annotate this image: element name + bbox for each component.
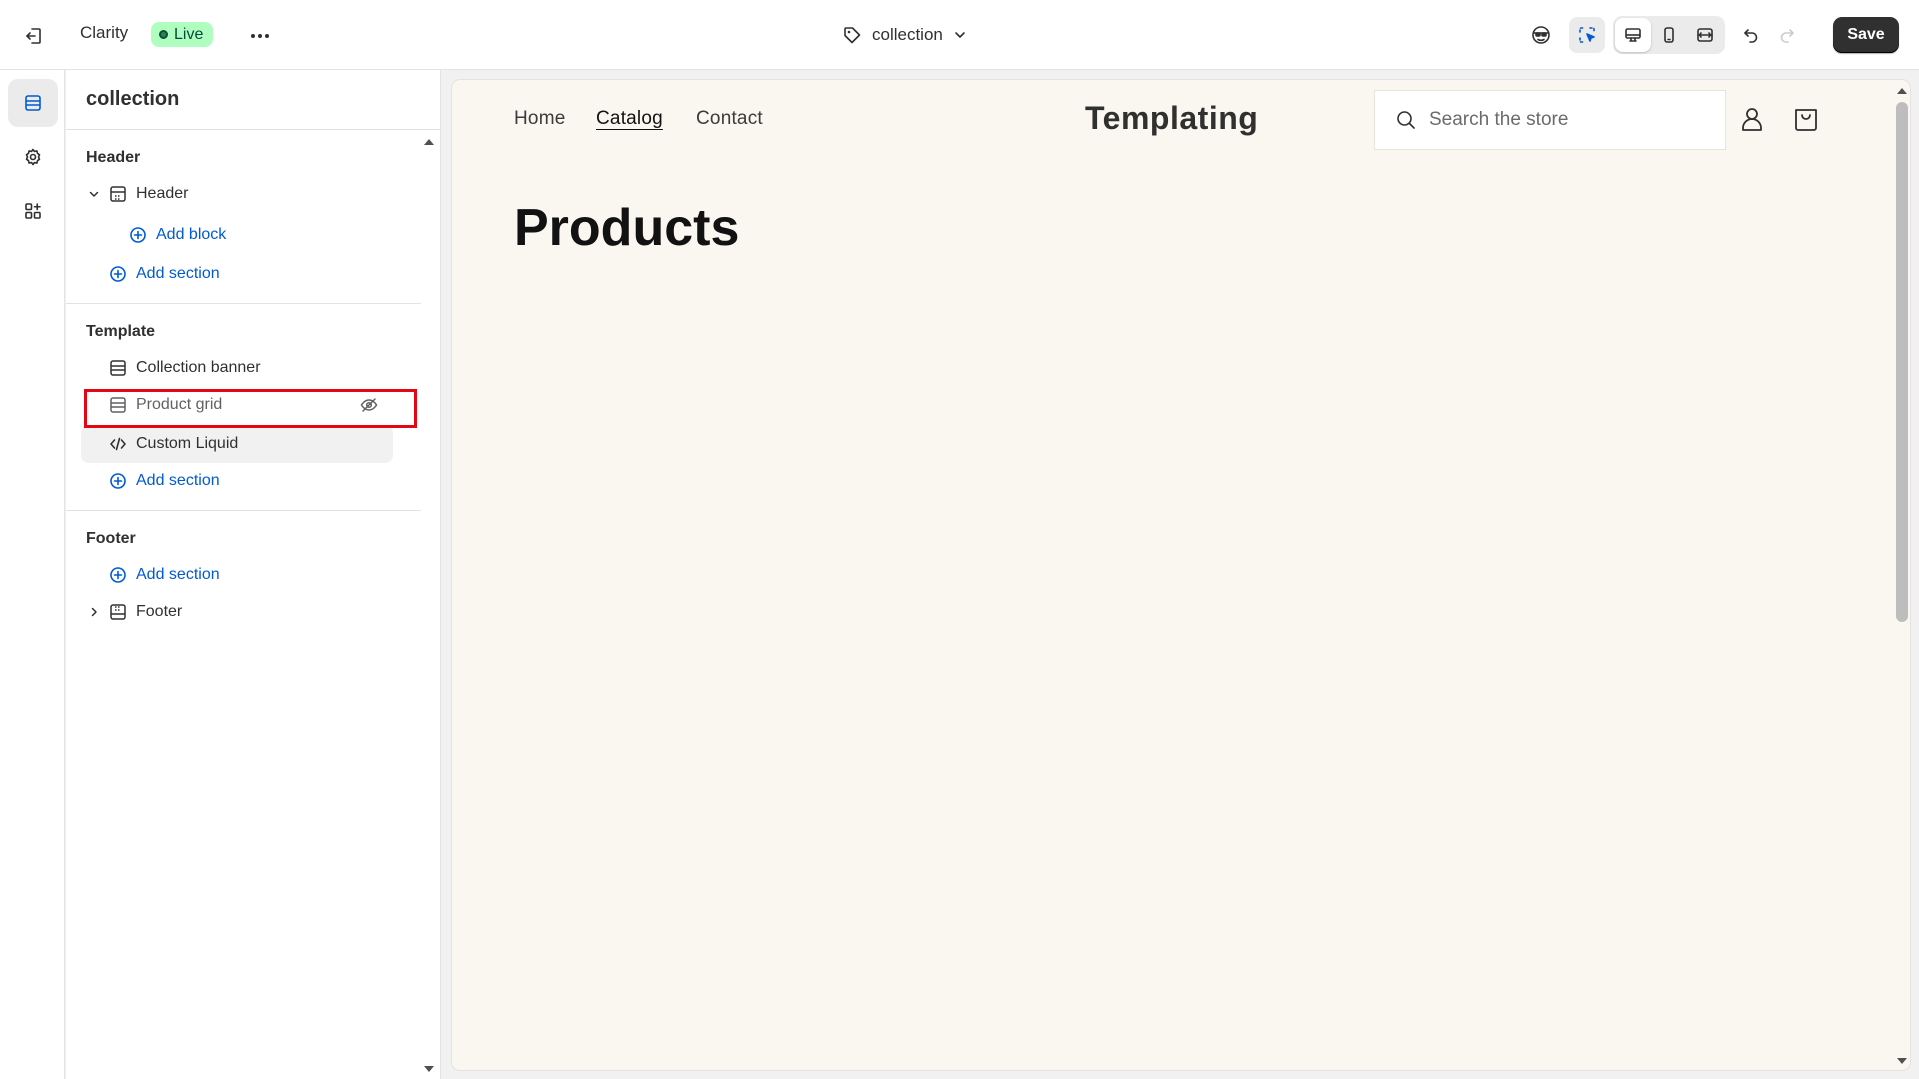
apps-icon xyxy=(25,203,41,219)
scroll-up-arrow-icon[interactable] xyxy=(422,136,436,148)
fullscreen-preview-button[interactable] xyxy=(1687,18,1723,52)
bag-icon xyxy=(1795,109,1817,131)
live-dot-icon xyxy=(159,30,168,39)
topbar-actions: Save xyxy=(1523,16,1899,54)
scroll-down-arrow-icon[interactable] xyxy=(1896,1056,1908,1066)
section-item-footer[interactable]: Footer xyxy=(82,595,382,629)
redo-button[interactable] xyxy=(1769,17,1805,53)
nav-link-home[interactable]: Home xyxy=(514,108,565,130)
exit-icon xyxy=(26,28,41,44)
rail-settings-button[interactable] xyxy=(8,133,58,181)
group-label-footer: Footer xyxy=(86,530,136,547)
redo-icon xyxy=(1780,29,1794,43)
header-section-icon xyxy=(108,184,128,204)
select-cursor-icon xyxy=(1579,27,1595,43)
add-section-label: Add section xyxy=(136,265,220,282)
section-icon xyxy=(108,395,128,415)
scroll-down-arrow-icon[interactable] xyxy=(422,1063,436,1075)
section-item-product-grid[interactable]: Product grid xyxy=(81,388,393,422)
sidebar-title: collection xyxy=(86,88,180,110)
plus-circle-icon xyxy=(128,225,148,245)
nav-link-catalog[interactable]: Catalog xyxy=(596,108,663,130)
inspector-toggle-button[interactable] xyxy=(1569,17,1605,53)
add-section-label: Add section xyxy=(136,566,220,583)
rail-apps-button[interactable] xyxy=(8,187,58,235)
plus-circle-icon xyxy=(108,471,128,491)
search-icon xyxy=(1397,111,1415,129)
code-icon xyxy=(108,434,128,454)
ai-assistant-button[interactable] xyxy=(1523,17,1559,53)
exit-button[interactable] xyxy=(20,22,48,50)
eye-slash-icon[interactable] xyxy=(359,395,379,415)
save-button[interactable]: Save xyxy=(1833,17,1899,53)
section-item-header[interactable]: Header xyxy=(82,177,382,211)
add-section-label: Add section xyxy=(136,472,220,489)
account-icon xyxy=(1742,108,1762,131)
mobile-icon xyxy=(1664,27,1674,43)
chevron-down-icon xyxy=(955,32,965,38)
live-status-label: Live xyxy=(174,25,204,43)
cart-button[interactable] xyxy=(1789,102,1823,136)
section-item-collection-banner[interactable]: Collection banner xyxy=(81,351,393,385)
add-block-label: Add block xyxy=(156,226,227,243)
group-divider xyxy=(66,510,421,511)
chevron-right-icon[interactable] xyxy=(84,602,104,622)
live-status-badge: Live xyxy=(151,22,214,47)
editor-topbar: Clarity Live collection Save xyxy=(0,0,1919,70)
undo-icon xyxy=(1744,29,1758,43)
nav-link-contact[interactable]: Contact xyxy=(696,108,763,130)
section-item-label: Collection banner xyxy=(136,359,261,376)
mobile-preview-button[interactable] xyxy=(1651,18,1687,52)
storefront-preview: Home Catalog Contact Templating Products xyxy=(452,80,1910,1070)
group-label-template: Template xyxy=(86,323,156,340)
add-block-button[interactable]: Add block xyxy=(128,218,328,252)
add-section-header-button[interactable]: Add section xyxy=(108,257,308,291)
template-selector[interactable]: collection xyxy=(836,20,973,50)
section-item-custom-liquid[interactable]: Custom Liquid xyxy=(81,425,393,463)
undo-button[interactable] xyxy=(1733,17,1769,53)
sections-icon xyxy=(25,95,41,111)
gear-icon xyxy=(25,148,41,166)
plus-circle-icon xyxy=(108,264,128,284)
group-label-header: Header xyxy=(86,149,141,166)
group-divider xyxy=(66,303,421,304)
editor-rail xyxy=(0,70,65,1079)
store-search-input[interactable] xyxy=(1429,109,1709,131)
section-item-label: Custom Liquid xyxy=(136,435,239,452)
section-icon xyxy=(108,358,128,378)
sidebar-title-divider xyxy=(66,129,441,130)
sections-sidebar: collection Header Header Add block Add s… xyxy=(66,70,441,1079)
desktop-icon xyxy=(1625,28,1641,42)
footer-section-icon xyxy=(108,602,128,622)
tag-icon xyxy=(844,27,861,44)
chevron-down-icon[interactable] xyxy=(84,184,104,204)
add-section-footer-button[interactable]: Add section xyxy=(108,558,308,592)
page-heading: Products xyxy=(514,199,740,257)
more-horizontal-icon xyxy=(251,34,269,38)
preview-scrollbar-thumb[interactable] xyxy=(1896,102,1908,622)
template-selector-label: collection xyxy=(872,25,943,44)
desktop-preview-button[interactable] xyxy=(1615,18,1651,52)
scroll-up-arrow-icon[interactable] xyxy=(1896,86,1908,96)
full-width-icon xyxy=(1697,28,1713,42)
more-actions-button[interactable] xyxy=(244,22,276,50)
rail-sections-button[interactable] xyxy=(8,79,58,127)
add-section-template-button[interactable]: Add section xyxy=(108,464,308,498)
sidekick-icon xyxy=(1532,26,1550,44)
store-search-box[interactable] xyxy=(1374,90,1726,150)
account-button[interactable] xyxy=(1735,102,1769,136)
theme-name: Clarity xyxy=(80,23,129,42)
section-item-label: Header xyxy=(136,185,189,202)
device-preview-group xyxy=(1613,16,1725,54)
plus-circle-icon xyxy=(108,565,128,585)
section-item-label: Footer xyxy=(136,603,183,620)
section-item-label: Product grid xyxy=(136,396,223,413)
store-brand[interactable]: Templating xyxy=(1085,100,1258,137)
